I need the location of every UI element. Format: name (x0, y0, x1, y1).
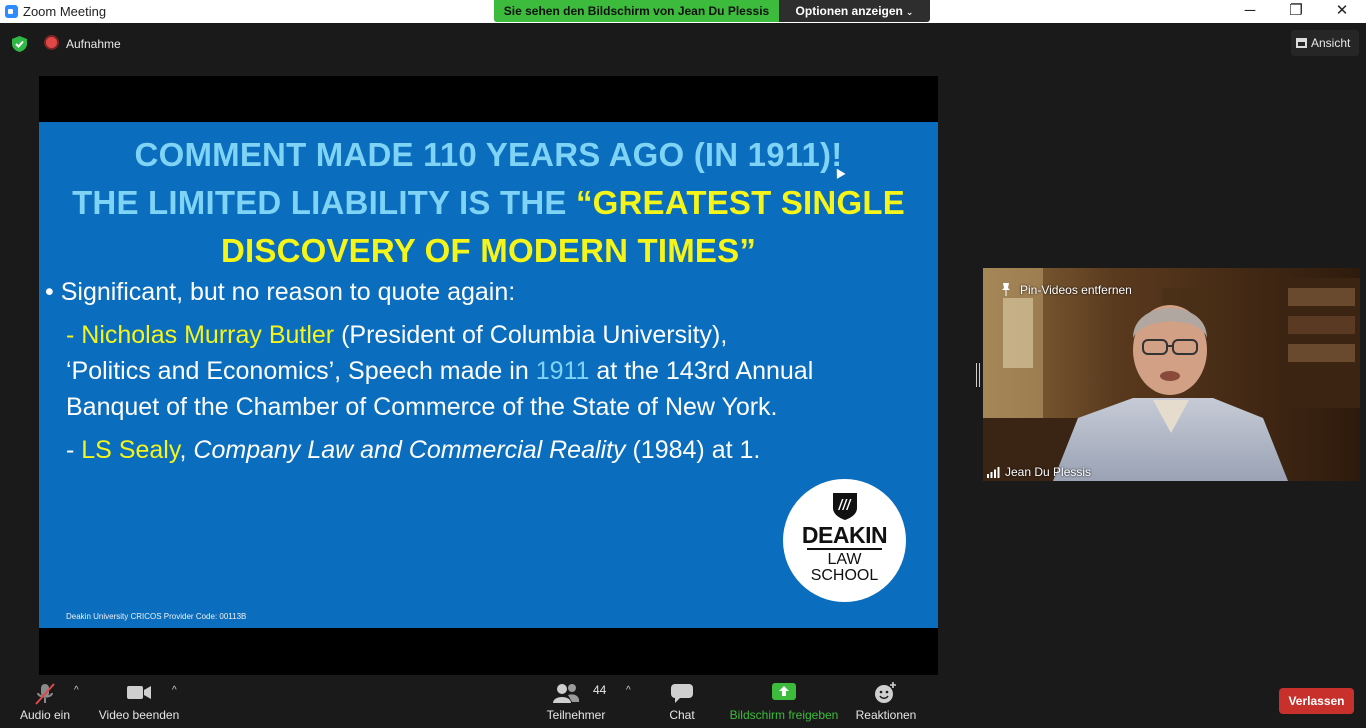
chat-label: Chat (669, 708, 695, 722)
microphone-muted-icon (35, 683, 55, 705)
slide-title-line-2: THE LIMITED LIABILITY IS THE “GREATEST S… (39, 184, 938, 222)
reference-1-line-2: ‘Politics and Economics’, Speech made in… (66, 357, 813, 386)
participants-count: 44 (593, 683, 607, 697)
meeting-toolbar: Audio ein ^ Video beenden ^ Teilnehmer 4… (0, 675, 1366, 728)
chat-bubble-icon (671, 684, 693, 703)
view-options-label: Optionen anzeigen (795, 4, 903, 18)
presentation-slide: COMMENT MADE 110 YEARS AGO (IN 1911)! TH… (39, 122, 938, 628)
chevron-down-icon: ⌄ (905, 7, 914, 17)
reference-1-name: - Nicholas Murray Butler (66, 321, 335, 349)
reactions-button[interactable]: Reaktionen (852, 675, 920, 728)
viewing-screen-label: Sie sehen den Bildschirm von Jean Du Ple… (494, 0, 779, 22)
reference-1-line-3: Banquet of the Chamber of Commerce of th… (66, 393, 778, 421)
reference-2: - LS Sealy, Company Law and Commercial R… (66, 436, 760, 465)
reactions-smiley-icon (875, 682, 896, 703)
participants-icon (553, 684, 580, 703)
share-screen-button[interactable]: Bildschirm freigeben (726, 675, 842, 728)
video-button[interactable]: Video beenden (95, 675, 183, 728)
unpin-video-label[interactable]: Pin-Videos entfernen (1020, 283, 1132, 297)
audio-label: Audio ein (19, 708, 71, 722)
zoom-logo-icon (5, 5, 18, 18)
reference-1-line-2-a: ‘Politics and Economics’, Speech made in (66, 357, 536, 385)
slide-title-line-1: COMMENT MADE 110 YEARS AGO (IN 1911)! (134, 136, 843, 173)
video-options-caret[interactable]: ^ (172, 685, 177, 696)
reactions-label: Reaktionen (855, 708, 917, 722)
view-options-button[interactable]: Optionen anzeigen ⌄ (779, 0, 930, 22)
participant-name: Jean Du Plessis (1005, 465, 1092, 479)
shared-screen: COMMENT MADE 110 YEARS AGO (IN 1911)! TH… (39, 76, 938, 675)
participant-video[interactable]: Pin-Videos entfernen Jean Du Plessis (983, 268, 1360, 481)
meeting-topbar (0, 23, 1366, 63)
window-titlebar: Zoom Meeting Sie sehen den Bildschirm vo… (0, 0, 1366, 23)
slide-title-quote: “GREATEST SINGLE (575, 184, 905, 221)
view-button[interactable]: Ansicht (1291, 30, 1359, 56)
participants-options-caret[interactable]: ^ (626, 685, 631, 696)
slide-title-line-3: DISCOVERY OF MODERN TIMES” (220, 232, 757, 269)
recording-label[interactable]: Aufnahme (66, 37, 121, 51)
bullet-text: Significant, but no reason to quote agai… (60, 278, 516, 306)
reference-2-name: LS Sealy (81, 436, 180, 464)
panel-resize-handle[interactable] (976, 363, 980, 387)
reference-1-line-2-b: at the 143rd Annual (589, 357, 814, 385)
chat-button[interactable]: Chat (660, 675, 704, 728)
slide-bullet: • Significant, but no reason to quote ag… (45, 278, 515, 307)
view-label: Ansicht (1311, 36, 1351, 50)
reference-1-year: 1911 (535, 357, 590, 385)
logo-divider (807, 548, 882, 550)
window-title: Zoom Meeting (23, 4, 107, 19)
bullet-icon: • (45, 278, 54, 306)
minimize-button[interactable]: ─ (1227, 0, 1273, 23)
participants-label: Teilnehmer (546, 708, 606, 722)
video-frame (983, 268, 1360, 481)
screen-share-banner: Sie sehen den Bildschirm von Jean Du Ple… (494, 0, 930, 22)
share-screen-icon (772, 683, 796, 700)
leave-meeting-button[interactable]: Verlassen (1279, 688, 1354, 714)
video-label: Video beenden (98, 708, 180, 722)
restore-button[interactable]: ❐ (1273, 0, 1319, 23)
audio-options-caret[interactable]: ^ (74, 685, 79, 696)
encryption-shield-icon[interactable] (12, 36, 27, 52)
view-grid-icon (1296, 38, 1307, 48)
reference-2-dash: - (66, 436, 82, 464)
audio-button[interactable]: Audio ein (14, 675, 76, 728)
video-camera-icon (127, 686, 151, 699)
cricos-footer: Deakin University CRICOS Provider Code: … (66, 612, 247, 621)
logo-school-text: SCHOOL (810, 567, 879, 584)
deakin-shield-icon (833, 493, 857, 520)
pin-icon[interactable] (1001, 283, 1011, 296)
share-screen-label: Bildschirm freigeben (729, 708, 839, 722)
reference-1-detail: (President of Columbia University), (334, 321, 728, 349)
slide-title-line-2-prefix: THE LIMITED LIABILITY IS THE (72, 184, 576, 221)
close-button[interactable]: ✕ (1319, 0, 1365, 23)
deakin-law-school-logo: DEAKIN LAW SCHOOL (783, 479, 906, 602)
recording-indicator-icon[interactable] (46, 37, 57, 48)
reference-2-work: Company Law and Commercial Reality (193, 436, 626, 464)
reference-2-comma: , (179, 436, 194, 464)
reference-1-line-1: - Nicholas Murray Butler (President of C… (66, 321, 727, 350)
logo-deakin-text: DEAKIN (801, 522, 888, 548)
connection-strength-icon (987, 467, 1000, 478)
reference-2-rest: (1984) at 1. (625, 436, 761, 464)
